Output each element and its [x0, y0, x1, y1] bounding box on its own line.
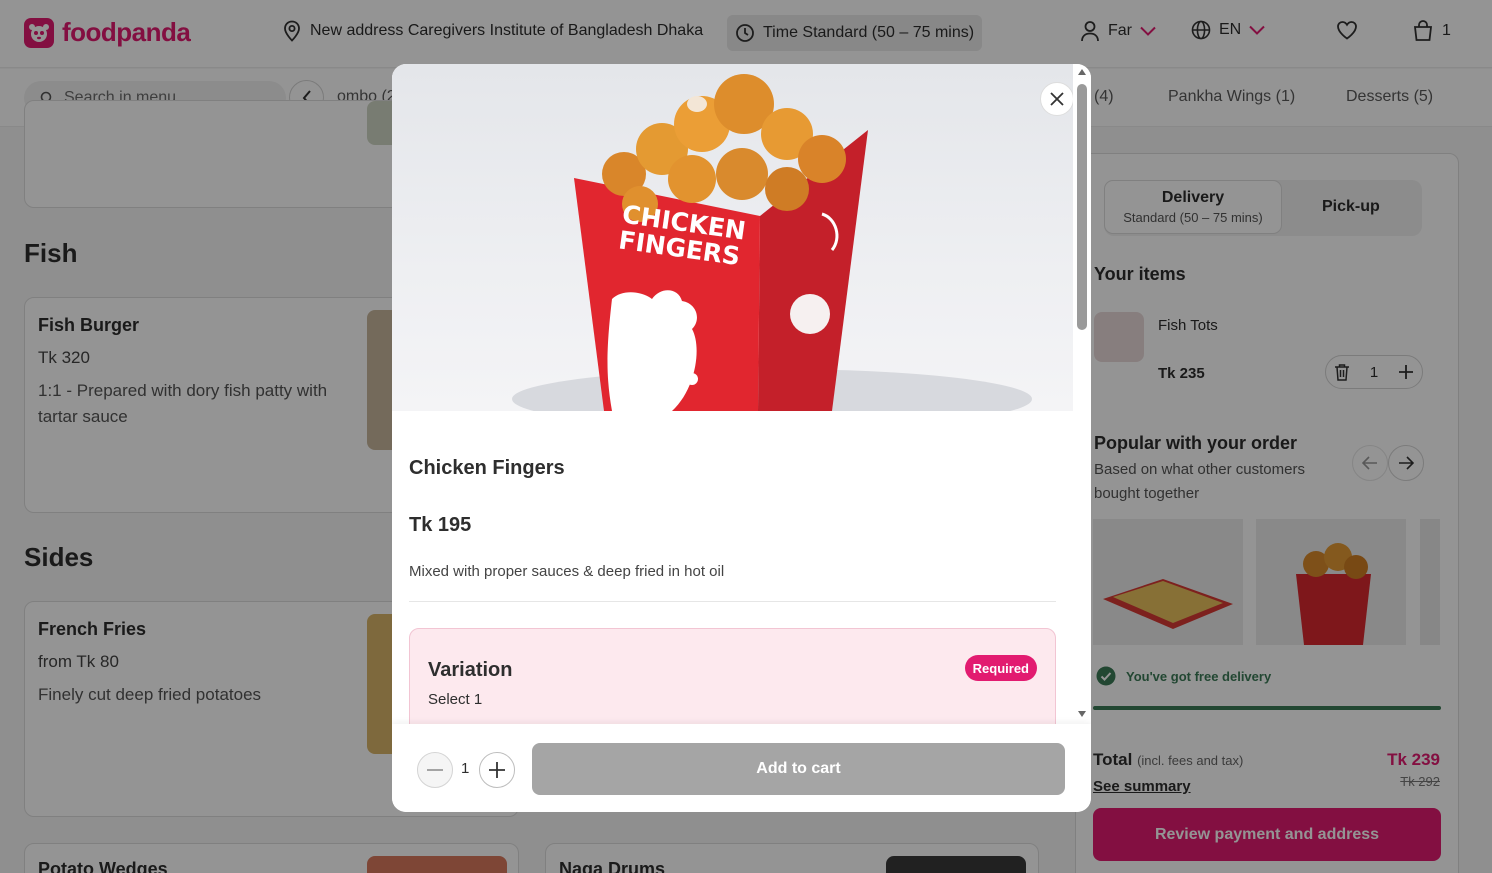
product-modal: CHICKEN FINGERS Chicken Fingers Tk 195 M…: [392, 64, 1091, 812]
variation-sub: Select 1: [428, 691, 483, 708]
modal-footer: 1 Add to cart: [392, 724, 1091, 812]
quantity-value: 1: [461, 760, 470, 777]
close-icon: [1050, 92, 1064, 106]
scroll-up-icon[interactable]: [1077, 68, 1087, 76]
product-price: Tk 195: [409, 514, 472, 536]
product-description: Mixed with proper sauces & deep fried in…: [409, 563, 725, 580]
variation-title: Variation: [428, 659, 513, 681]
add-to-cart-button[interactable]: Add to cart: [532, 743, 1065, 795]
required-badge: Required: [964, 655, 1037, 681]
product-hero-image: CHICKEN FINGERS: [392, 64, 1073, 411]
divider: [409, 601, 1056, 602]
minus-icon: [427, 769, 443, 771]
product-title: Chicken Fingers: [409, 457, 565, 479]
modal-scroll-thumb[interactable]: [1077, 84, 1087, 330]
plus-icon: [489, 762, 505, 778]
quantity-decrease-button[interactable]: [417, 752, 453, 788]
quantity-increase-button[interactable]: [479, 752, 515, 788]
scroll-down-icon[interactable]: [1077, 710, 1087, 718]
close-modal-button[interactable]: [1040, 82, 1074, 116]
